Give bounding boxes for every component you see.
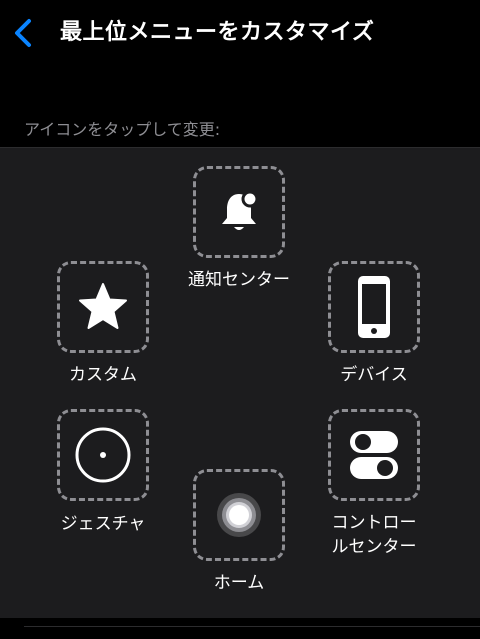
label-device: デバイス bbox=[340, 365, 408, 385]
back-button[interactable] bbox=[8, 16, 42, 50]
slot-custom[interactable] bbox=[57, 261, 149, 353]
label-home: ホーム bbox=[213, 573, 265, 593]
bottom-separator bbox=[24, 626, 480, 627]
slot-home[interactable] bbox=[193, 469, 285, 561]
label-notification-center: 通知センター bbox=[188, 270, 290, 290]
bottom-band bbox=[0, 618, 480, 639]
chevron-left-icon bbox=[15, 19, 31, 47]
label-custom: カスタム bbox=[69, 365, 137, 385]
label-control-center-line1: コントロー bbox=[331, 513, 417, 533]
navigation-bar: 最上位メニューをカスタマイズ bbox=[0, 0, 480, 64]
label-gesture: ジェスチャ bbox=[60, 514, 146, 534]
slot-notification-center[interactable] bbox=[193, 166, 285, 258]
star-icon bbox=[79, 283, 127, 329]
section-label: アイコンをタップして変更: bbox=[24, 120, 221, 139]
iphone-icon bbox=[358, 276, 390, 338]
page-title: 最上位メニューをカスタマイズ bbox=[60, 20, 375, 45]
gesture-circle-icon bbox=[75, 427, 131, 483]
home-button-icon bbox=[217, 493, 261, 537]
slot-gesture[interactable] bbox=[57, 409, 149, 501]
toggles-icon bbox=[350, 431, 398, 479]
slot-device[interactable] bbox=[328, 261, 420, 353]
bell-icon bbox=[222, 190, 259, 230]
slot-control-center[interactable] bbox=[328, 409, 420, 501]
label-control-center-line2: ルセンター bbox=[331, 537, 417, 557]
